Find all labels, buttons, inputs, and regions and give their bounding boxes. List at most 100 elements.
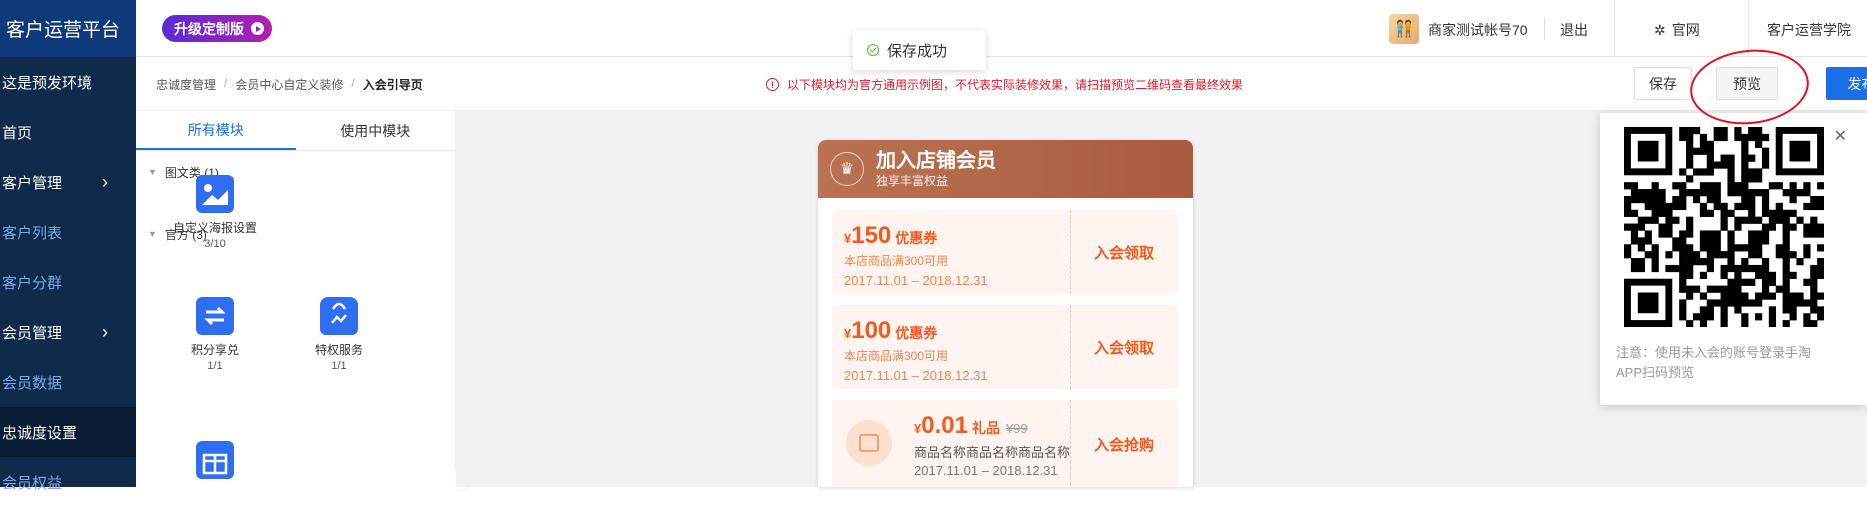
sidebar: 客户运营平台 这是预发环境 首页客户管理 › 客户列表客户分群会员管理 › 会员数据忠诚度…	[0, 0, 136, 492]
phone-preview: ♛ 加入店铺会员 独享丰富权益 ¥150 优惠券 本店商品满300可用 2017.…	[818, 140, 1193, 487]
bag-icon	[846, 420, 892, 466]
aperture-icon: ✲	[1654, 21, 1666, 38]
sidebar-item[interactable]: 这是预发环境	[0, 57, 136, 107]
logout-link[interactable]: 退出	[1560, 20, 1588, 40]
official-label: 官网	[1671, 22, 1700, 38]
breadcrumb-separator: /	[224, 76, 228, 90]
sidebar-item-label: 这是预发环境	[2, 74, 93, 92]
publish-button[interactable]: 发布	[1826, 67, 1867, 100]
coupon-card: ¥150 优惠券 本店商品满300可用 2017.11.01 – 2018.12.…	[832, 210, 1178, 294]
play-icon	[251, 22, 264, 35]
module-tabs: 所有模块 使用中模块	[136, 111, 455, 151]
module-count: 1/1	[207, 360, 223, 372]
module-name: 自定义海报设置	[172, 221, 257, 235]
upgrade-label: 升级定制版	[174, 20, 244, 37]
member-header: ♛ 加入店铺会员 独享丰富权益	[818, 140, 1193, 198]
module-count: 1/1	[331, 360, 347, 372]
sidebar-item[interactable]: 会员管理 ›	[0, 307, 136, 357]
preview-popup: ✕ 注意：使用未入会的账号登录手淘APP扫码预览	[1600, 113, 1867, 405]
coupon-card: ¥100 优惠券 本店商品满300可用 2017.11.01 – 2018.12.…	[832, 305, 1178, 389]
coupon-unit: 优惠券	[895, 230, 938, 246]
sub-toolbar: 忠诚度管理 / 会员中心自定义装修 / 入会引导页 ! 以下模块均为官方通用示例…	[136, 57, 1867, 111]
save-button[interactable]: 保存	[1634, 67, 1692, 100]
account-name[interactable]: 商家测试帐号70	[1428, 20, 1528, 40]
sidebar-item[interactable]: 忠诚度设置	[0, 407, 136, 457]
check-circle-icon	[867, 44, 879, 56]
breadcrumb-current: 入会引导页	[362, 78, 423, 92]
divider	[1070, 305, 1071, 389]
module-card[interactable]: 特权服务 1/1	[284, 297, 394, 372]
module-name: 积分享兑	[190, 343, 239, 357]
member-title: 加入店铺会员	[876, 149, 996, 172]
avatar[interactable]: 🧑‍🤝‍🧑	[1389, 14, 1419, 44]
sidebar-item-label: 会员管理	[2, 324, 63, 342]
member-subtitle: 独享丰富权益	[876, 173, 949, 188]
divider	[1614, 0, 1615, 57]
tab-all-modules[interactable]: 所有模块	[136, 111, 296, 150]
image-icon	[196, 175, 234, 213]
gift-date: 2017.11.01 – 2018.12.31	[914, 463, 1058, 478]
coupon-amount: 150	[851, 222, 892, 249]
toast-text: 保存成功	[887, 42, 948, 60]
sidebar-item-label: 客户列表	[2, 224, 63, 242]
module-card[interactable]	[160, 441, 270, 485]
chevron-down-icon: ▼	[148, 167, 157, 177]
preview-note: 注意：使用未入会的账号登录手淘APP扫码预览	[1616, 345, 1812, 380]
coupon-date: 2017.11.01 – 2018.12.31	[844, 368, 988, 383]
upgrade-button[interactable]: 升级定制版	[162, 15, 272, 42]
divider	[1748, 0, 1749, 57]
app-title: 客户运营平台	[0, 0, 136, 57]
coupon-condition: 本店商品满300可用	[844, 254, 949, 268]
divider	[1070, 210, 1071, 294]
chevron-right-icon: ›	[102, 171, 108, 192]
sidebar-item-label: 客户管理	[2, 174, 63, 192]
module-panel: 所有模块 使用中模块 ▼ 图文类 (1) ▼ 官方 (3) 自定义海报设置 3/…	[136, 111, 456, 487]
breadcrumb-separator: /	[351, 76, 355, 90]
breadcrumb: 忠诚度管理 / 会员中心自定义装修 / 入会引导页	[156, 76, 423, 93]
official-site-link[interactable]: ✲ 官网	[1654, 20, 1700, 40]
crown-icon: ♛	[830, 152, 864, 186]
sidebar-item[interactable]: 会员数据	[0, 357, 136, 407]
sidebar-item-label: 客户分群	[2, 274, 63, 292]
notice: ! 以下模块均为官方通用示例图，不代表实际装修效果，请扫描预览二维码查看最终效果	[766, 76, 1243, 93]
divider	[1544, 18, 1545, 40]
sidebar-item-label: 首页	[2, 124, 33, 142]
sidebar-item[interactable]: 客户管理 ›	[0, 157, 136, 207]
breadcrumb-item[interactable]: 会员中心自定义装修	[235, 76, 343, 93]
gift-name: 商品名称商品名称商品名称	[914, 445, 1071, 460]
claim-button[interactable]: 入会领取	[1094, 242, 1154, 263]
gift-price: 0.01	[921, 412, 968, 439]
gift-old-price: ¥99	[1005, 421, 1028, 436]
gift-card: ¥0.01 礼品 ¥99 商品名称商品名称商品名称 2017.11.01 – 201…	[832, 400, 1178, 487]
exchange-icon	[196, 297, 234, 335]
module-card[interactable]: 自定义海报设置 3/10	[160, 175, 270, 250]
sidebar-item[interactable]: 会员权益	[0, 457, 136, 507]
breadcrumb-item[interactable]: 忠诚度管理	[156, 76, 216, 93]
coupon-date: 2017.11.01 – 2018.12.31	[844, 273, 988, 288]
claim-button[interactable]: 入会领取	[1094, 337, 1154, 358]
module-count: 3/10	[204, 238, 226, 250]
close-icon[interactable]: ✕	[1834, 126, 1847, 146]
sidebar-item-label: 忠诚度设置	[2, 424, 78, 442]
buy-button[interactable]: 入会抢购	[1094, 434, 1154, 455]
chevron-right-icon: ›	[102, 321, 108, 342]
sidebar-item[interactable]: 首页	[0, 107, 136, 157]
sidebar-item[interactable]: 客户分群	[0, 257, 136, 307]
gift-icon	[196, 441, 234, 479]
module-name: 特权服务	[314, 343, 363, 357]
chevron-down-icon: ▼	[148, 229, 157, 239]
qr-code	[1624, 127, 1824, 327]
module-card[interactable]: 积分享兑 1/1	[160, 297, 270, 372]
sidebar-item[interactable]: 客户列表	[0, 207, 136, 257]
coupon-condition: 本店商品满300可用	[844, 349, 949, 363]
save-success-toast: 保存成功	[853, 30, 986, 70]
academy-link[interactable]: 客户运营学院	[1767, 20, 1851, 40]
warning-icon: !	[766, 78, 779, 91]
notice-text: 以下模块均为官方通用示例图，不代表实际装修效果，请扫描预览二维码查看最终效果	[787, 78, 1244, 92]
sidebar-item-label: 会员权益	[2, 474, 63, 492]
divider	[1070, 400, 1071, 487]
tab-modules-in-use[interactable]: 使用中模块	[296, 111, 456, 150]
coupon-unit: 优惠券	[895, 325, 938, 341]
sidebar-item-label: 会员数据	[2, 374, 63, 392]
coupon-amount: 100	[851, 317, 892, 344]
